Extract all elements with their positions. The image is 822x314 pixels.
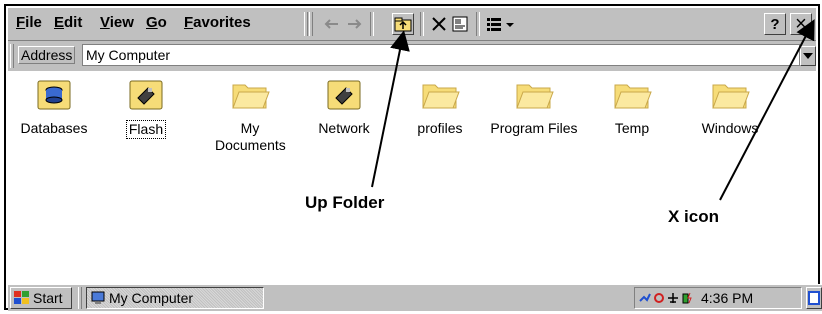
up-folder-button[interactable] (392, 13, 414, 35)
help-button[interactable]: ? (764, 13, 786, 35)
back-arrow-icon (324, 19, 338, 29)
item-flash[interactable]: Flash (98, 78, 194, 139)
chevron-down-icon (803, 53, 813, 59)
show-desktop-button[interactable] (806, 287, 822, 309)
menu-view[interactable]: View (100, 14, 134, 31)
database-folder-icon (37, 80, 71, 110)
menu-edit[interactable]: Edit (54, 14, 82, 31)
item-databases[interactable]: Databases (6, 78, 102, 138)
taskbar: Start My Computer 4:36 PM (8, 284, 822, 311)
network-drive-icon (327, 80, 361, 110)
item-program-files[interactable]: Program Files (486, 78, 582, 138)
delete-x-icon (432, 17, 446, 31)
properties-button[interactable] (450, 13, 472, 35)
address-bar: Address My Computer (8, 41, 816, 71)
toolbar-grip[interactable] (304, 12, 308, 36)
properties-icon (452, 16, 468, 32)
menu-favorites[interactable]: Favorites (184, 14, 251, 31)
forward-button[interactable] (344, 13, 366, 35)
item-network[interactable]: Network (296, 78, 392, 138)
taskbar-item-my-computer[interactable]: My Computer (86, 287, 264, 309)
up-folder-icon (394, 17, 412, 32)
folder-icon (422, 84, 460, 109)
toolbar-separator (476, 12, 480, 36)
item-windows[interactable]: Windows (682, 78, 778, 138)
desktop-icon (808, 291, 820, 305)
folder-icon (712, 84, 750, 109)
clock[interactable]: 4:36 PM (701, 290, 753, 306)
start-button[interactable]: Start (10, 287, 72, 309)
address-label: Address (18, 46, 76, 64)
up-folder-callout: Up Folder (305, 193, 385, 212)
folder-icon (232, 84, 270, 109)
item-temp[interactable]: Temp (584, 78, 680, 138)
item-profiles[interactable]: profiles (392, 78, 488, 138)
toolbar-grip[interactable] (309, 12, 313, 36)
forward-arrow-icon (348, 19, 362, 29)
folder-icon (516, 84, 554, 109)
list-view-icon (487, 18, 514, 31)
toolbar-separator (420, 12, 424, 36)
sync-icon[interactable] (653, 292, 665, 304)
address-input[interactable]: My Computer (82, 44, 800, 66)
windows-logo-icon (14, 291, 29, 304)
flash-storage-icon (129, 80, 163, 110)
x-icon: × (795, 12, 807, 35)
menu-go[interactable]: Go (146, 14, 167, 31)
address-dropdown-button[interactable] (800, 46, 816, 66)
menu-file[interactable]: File (16, 14, 42, 31)
close-button[interactable]: × (790, 13, 812, 35)
item-my-documents[interactable]: My Documents (202, 78, 298, 155)
battery-power-icon[interactable] (681, 292, 693, 304)
taskbar-grip (78, 287, 82, 309)
connection-icon[interactable] (639, 292, 651, 304)
view-options-button[interactable] (484, 13, 518, 35)
folder-icon (614, 84, 652, 109)
address-grip[interactable] (10, 44, 14, 68)
back-button[interactable] (320, 13, 342, 35)
toolbar-separator (370, 12, 374, 36)
x-icon-callout: X icon (668, 207, 720, 226)
delete-button[interactable] (428, 13, 450, 35)
menu-toolbar: File Edit View Go Favorites ? × (8, 8, 816, 41)
system-tray: 4:36 PM (634, 287, 802, 309)
my-computer-icon (91, 291, 105, 304)
airplane-icon[interactable] (667, 292, 679, 304)
